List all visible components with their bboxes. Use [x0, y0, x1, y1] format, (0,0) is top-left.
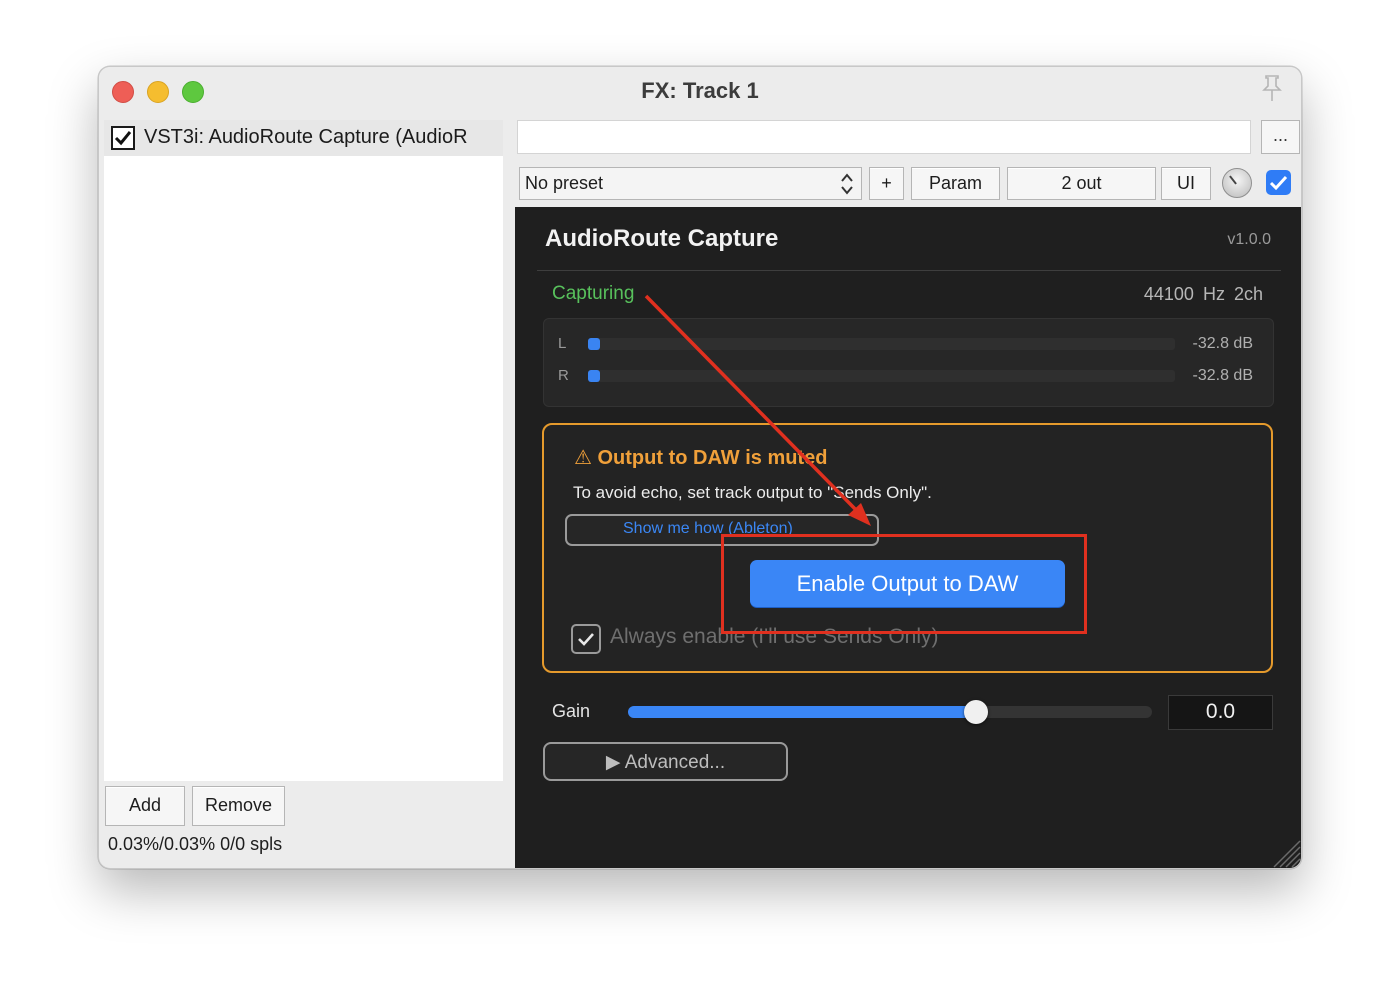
fx-chain-item[interactable]: VST3i: AudioRoute Capture (AudioR — [104, 120, 503, 156]
checkmark-icon — [1269, 175, 1288, 191]
fx-chain-list[interactable]: VST3i: AudioRoute Capture (AudioR — [104, 120, 503, 781]
audio-format: 44100 Hz 2ch — [1144, 284, 1263, 305]
meter-track-right — [588, 370, 1175, 382]
checkmark-icon — [114, 131, 132, 146]
resize-grip-icon[interactable] — [1270, 837, 1302, 869]
level-meters: L -32.8 dB R -32.8 dB — [543, 318, 1274, 407]
sample-rate: 44100 Hz — [1143, 284, 1225, 304]
advanced-button[interactable]: ▶ Advanced... — [543, 742, 788, 781]
meter-value-right: -32.8 dB — [1192, 367, 1253, 384]
ui-toggle-button[interactable]: UI — [1161, 167, 1211, 200]
window-title: FX: Track 1 — [641, 78, 759, 103]
more-options-button[interactable]: ... — [1261, 120, 1300, 154]
gain-slider-fill — [628, 706, 977, 718]
advanced-label: ▶ Advanced... — [605, 752, 726, 773]
enable-output-label: Enable Output to DAW — [796, 571, 1019, 596]
fx-bypass-checkbox[interactable] — [1266, 170, 1291, 195]
meter-fill-right — [588, 370, 600, 382]
gain-slider[interactable] — [628, 700, 1152, 724]
gain-slider-thumb[interactable] — [964, 700, 989, 724]
meter-fill-left — [588, 338, 600, 350]
warning-text: To avoid echo, set track output to "Send… — [573, 483, 932, 502]
output-routing-button[interactable]: 2 out — [1007, 167, 1156, 200]
fx-chain-item-label: VST3i: AudioRoute Capture (AudioR — [144, 126, 468, 148]
chevron-updown-icon — [841, 173, 853, 195]
add-preset-button[interactable]: + — [869, 167, 904, 200]
divider — [537, 270, 1281, 271]
always-enable-checkbox[interactable] — [571, 624, 601, 654]
capture-status: Capturing — [552, 283, 635, 304]
gain-label: Gain — [552, 701, 591, 721]
plugin-panel: AudioRoute Capture v1.0.0 Capturing 4410… — [515, 207, 1302, 869]
checkmark-icon — [578, 633, 594, 646]
pin-icon[interactable] — [1259, 73, 1285, 103]
show-me-how-label: Show me how (Ableton) — [623, 520, 793, 537]
fx-enable-checkbox[interactable] — [111, 126, 135, 150]
enable-output-button[interactable]: Enable Output to DAW — [750, 560, 1065, 607]
meter-label-right: R — [558, 367, 569, 384]
cpu-status-text: 0.03%/0.03% 0/0 spls — [108, 834, 283, 854]
show-me-how-button[interactable]: Show me how (Ableton) — [565, 514, 879, 546]
add-fx-button[interactable]: Add — [105, 786, 185, 826]
meter-label-left: L — [558, 335, 567, 352]
preset-value: No preset — [525, 173, 604, 193]
param-button[interactable]: Param — [911, 167, 1000, 200]
wet-knob[interactable] — [1222, 168, 1252, 198]
muted-warning-panel: ⚠ Output to DAW is muted To avoid echo, … — [542, 423, 1273, 673]
warning-title: ⚠ Output to DAW is muted — [574, 447, 828, 469]
fx-name-field[interactable] — [517, 120, 1251, 154]
meter-value-left: -32.8 dB — [1192, 335, 1253, 352]
plugin-version: v1.0.0 — [1227, 231, 1271, 248]
remove-fx-button[interactable]: Remove — [192, 786, 285, 826]
titlebar[interactable]: FX: Track 1 — [99, 67, 1301, 117]
channel-count: 2ch — [1233, 284, 1263, 304]
meter-track-left — [588, 338, 1175, 350]
gain-value-field[interactable]: 0.0 — [1168, 695, 1273, 730]
always-enable-label: Always enable (I'll use Sends Only) — [610, 625, 939, 648]
plugin-title: AudioRoute Capture — [545, 225, 779, 252]
fx-window: FX: Track 1 VST3i: AudioRoute Capture (A… — [98, 66, 1302, 869]
preset-select[interactable]: No preset — [519, 167, 862, 200]
